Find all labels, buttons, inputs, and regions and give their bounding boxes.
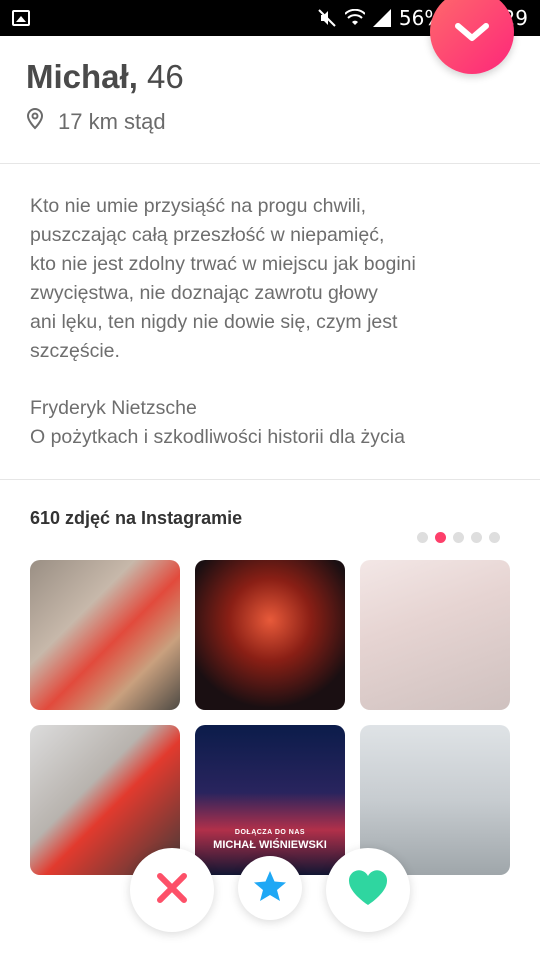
poster-subtitle: DOŁĄCZA DO NAS — [234, 829, 306, 836]
mute-icon — [317, 8, 337, 28]
bio-line: zwycięstwa, nie doznając zawrotu głowy — [30, 282, 378, 304]
instagram-photo[interactable] — [195, 560, 345, 710]
nope-button[interactable] — [130, 848, 214, 932]
bio-author: Fryderyk Nietzsche — [30, 397, 197, 419]
pager-dot[interactable] — [471, 532, 482, 543]
instagram-title: 610 zdjęć na Instagramie — [30, 508, 243, 528]
instagram-pager[interactable] — [417, 532, 500, 543]
wifi-icon — [344, 9, 365, 27]
bio-attribution: Fryderyk Nietzsche O pożytkach i szkodli… — [30, 394, 510, 452]
instagram-photo[interactable] — [30, 560, 180, 710]
pager-dot[interactable] — [489, 532, 500, 543]
profile-name: Michał, — [26, 58, 138, 95]
star-icon — [253, 870, 287, 907]
superlike-button[interactable] — [238, 856, 302, 920]
profile-age: 46 — [147, 58, 184, 95]
profile-location: 17 km stąd — [26, 107, 166, 136]
pager-dot[interactable] — [417, 532, 428, 543]
profile-name-row: Michał, 46 — [26, 58, 184, 96]
x-icon — [155, 871, 189, 910]
bio-line: Kto nie umie przysiąść na progu chwili, — [30, 195, 366, 217]
bio-line: kto nie jest zdolny trwać w miejscu jak … — [30, 253, 416, 275]
bio-quote: Kto nie umie przysiąść na progu chwili, … — [30, 192, 510, 366]
heart-icon — [347, 869, 389, 912]
signal-icon — [372, 9, 391, 27]
bio-source: O pożytkach i szkodliwości historii dla … — [30, 426, 405, 448]
action-bar — [0, 840, 540, 940]
check-icon — [455, 18, 489, 47]
distance-text: 17 km stąd — [58, 109, 166, 134]
pin-icon — [26, 107, 44, 136]
pager-dot-active[interactable] — [435, 532, 446, 543]
bio-line: ani lęku, ten nigdy nie dowie się, czym … — [30, 311, 398, 333]
pager-dot[interactable] — [453, 532, 464, 543]
gallery-icon — [12, 10, 30, 26]
bio-line: szczęście. — [30, 340, 120, 362]
bio-section: Kto nie umie przysiąść na progu chwili, … — [0, 164, 540, 480]
instagram-photo[interactable] — [360, 560, 510, 710]
bio-line: puszczając całą przeszłość w niepamięć, — [30, 224, 385, 246]
like-button[interactable] — [326, 848, 410, 932]
